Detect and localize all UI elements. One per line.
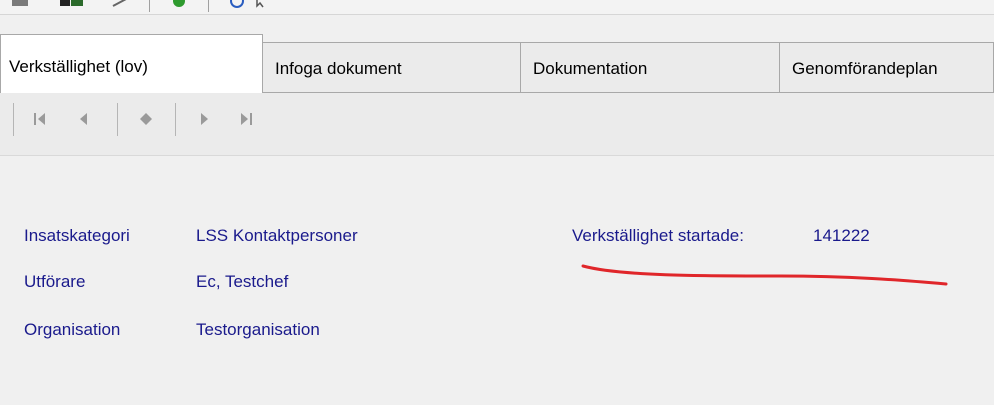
record-navigation-bar <box>0 93 994 156</box>
nav-separator <box>13 103 14 136</box>
tab-verkstallighet[interactable]: Verkställighet (lov) <box>0 34 263 93</box>
previous-record-icon <box>80 113 87 125</box>
toolbar-icon-4[interactable] <box>168 0 190 8</box>
nav-separator <box>117 103 118 136</box>
insatskategori-value: LSS Kontaktpersoner <box>196 226 358 245</box>
tab-strip: Verkställighet (lov) Infoga dokument Dok… <box>0 30 994 93</box>
toolbar-icon-2[interactable] <box>58 0 86 8</box>
tab-label: Dokumentation <box>533 59 648 78</box>
first-record-icon <box>34 113 45 125</box>
first-record-button[interactable] <box>26 105 54 133</box>
tab-dokumentation[interactable]: Dokumentation <box>520 42 780 93</box>
organisation-value: Testorganisation <box>196 320 320 339</box>
tab-label: Genomförandeplan <box>792 59 938 78</box>
last-record-button[interactable] <box>232 105 260 133</box>
diamond-icon <box>140 113 152 125</box>
current-record-button[interactable] <box>132 105 160 133</box>
toolbar-separator <box>149 0 150 12</box>
top-toolbar <box>0 0 994 15</box>
start-date-value: 141222 <box>813 226 870 245</box>
insatskategori-label: Insatskategori <box>24 226 130 245</box>
utforare-label: Utförare <box>24 272 86 291</box>
toolbar-icon-3[interactable] <box>110 0 132 8</box>
next-record-button[interactable] <box>190 105 218 133</box>
previous-record-button[interactable] <box>70 105 98 133</box>
utforare-value: Ec, Testchef <box>196 272 289 291</box>
last-record-icon <box>241 113 252 125</box>
pointer-icon[interactable] <box>254 0 270 8</box>
tab-label: Infoga dokument <box>275 59 402 78</box>
organisation-label: Organisation <box>24 320 121 339</box>
tab-genomforandeplan[interactable]: Genomförandeplan <box>779 42 994 93</box>
nav-separator <box>175 103 176 136</box>
start-date-label: Verkställighet startade: <box>572 226 744 245</box>
tab-label: Verkställighet (lov) <box>9 57 148 76</box>
red-underline-annotation <box>581 264 948 286</box>
toolbar-icon-1[interactable] <box>10 0 32 8</box>
help-icon[interactable] <box>226 0 248 8</box>
next-record-icon <box>201 113 208 125</box>
tab-infoga-dokument[interactable]: Infoga dokument <box>262 42 521 93</box>
toolbar-separator <box>208 0 209 12</box>
